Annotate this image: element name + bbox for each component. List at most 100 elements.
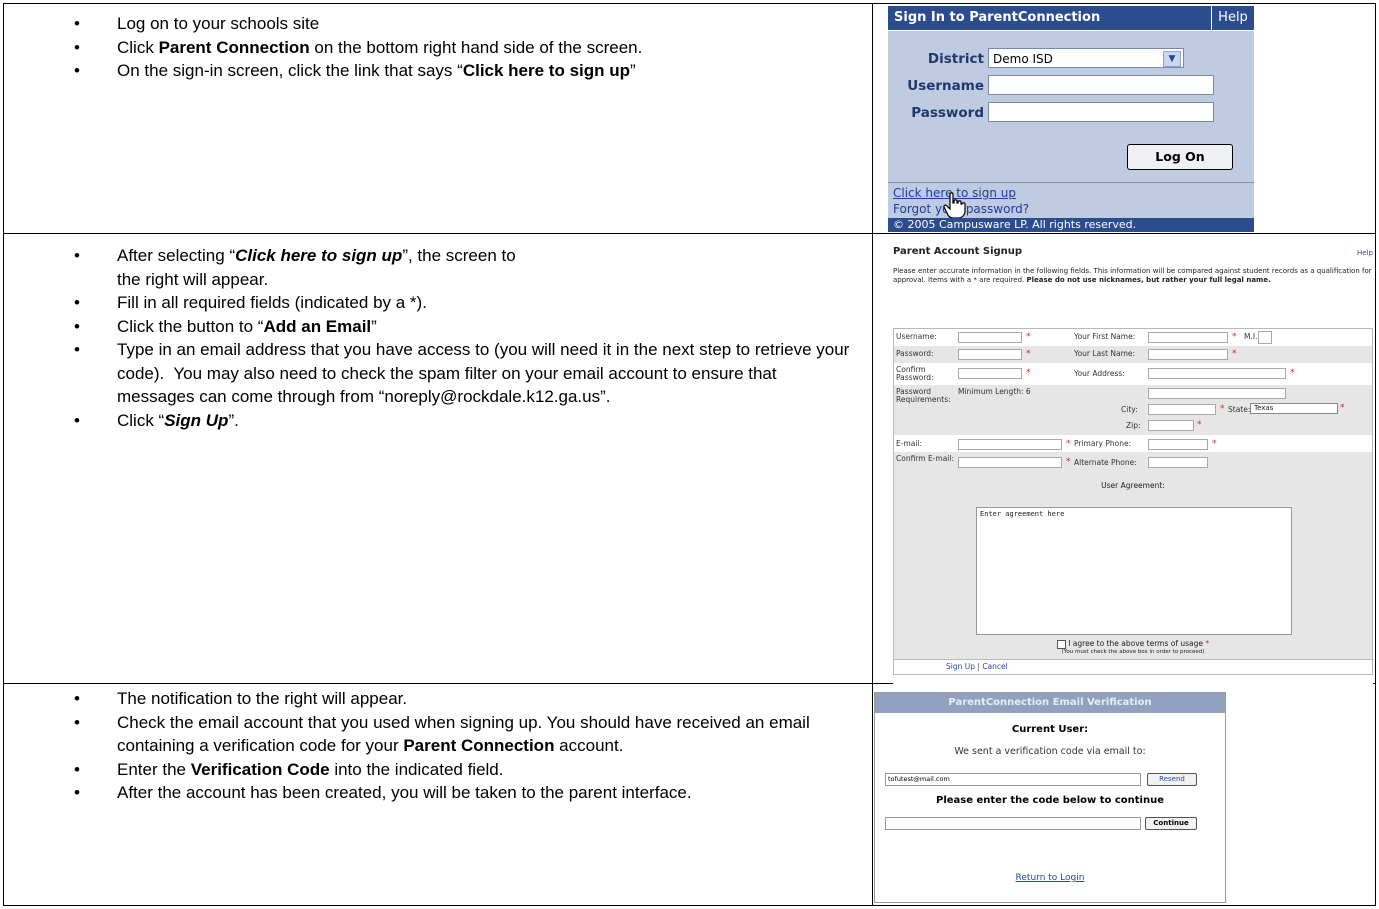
password-input[interactable] bbox=[988, 102, 1214, 122]
confirm-password-input[interactable] bbox=[958, 368, 1022, 379]
required-mark: * bbox=[1205, 639, 1210, 648]
district-label: District bbox=[927, 51, 984, 67]
address-input[interactable] bbox=[1148, 368, 1286, 379]
agree-checkbox[interactable] bbox=[1056, 639, 1066, 649]
step-cell-3: The notification to the right will appea… bbox=[3, 683, 873, 906]
alternate-phone-input[interactable] bbox=[1148, 457, 1208, 468]
email-input[interactable] bbox=[958, 439, 1062, 450]
signup-help-link[interactable]: Help bbox=[1357, 249, 1373, 257]
separator: | bbox=[977, 662, 980, 671]
password-label: Password: bbox=[896, 349, 934, 358]
city-input[interactable] bbox=[1148, 404, 1216, 415]
first-name-input[interactable] bbox=[1148, 332, 1228, 343]
mi-label: M.I. bbox=[1244, 332, 1258, 341]
step-item: Log on to your schools site bbox=[4, 12, 872, 36]
step-text: into the indicated field. bbox=[329, 759, 504, 779]
mi-input[interactable] bbox=[1258, 331, 1272, 344]
step-item: On the sign-in screen, click the link th… bbox=[4, 59, 872, 83]
signup-actions-links: Sign Up | Cancel bbox=[946, 662, 1008, 671]
last-name-input[interactable] bbox=[1148, 349, 1228, 360]
step-text: After selecting “ bbox=[117, 246, 236, 265]
step-list-2: After selecting “Click here to sign up”,… bbox=[4, 244, 872, 432]
required-mark: * bbox=[1340, 403, 1345, 413]
step-text: ” bbox=[371, 316, 377, 336]
password-label: Password bbox=[911, 105, 984, 121]
username-label: Username: bbox=[896, 332, 937, 341]
primary-phone-label: Primary Phone: bbox=[1074, 439, 1132, 448]
address-block: City: * State: Texas * Zip: * bbox=[894, 385, 1372, 435]
primary-phone-input[interactable] bbox=[1148, 439, 1208, 450]
signin-header: Sign In to ParentConnection Help bbox=[888, 6, 1254, 31]
resend-button[interactable]: Resend bbox=[1147, 773, 1197, 786]
step-text: on the bottom right hand side of the scr… bbox=[309, 37, 643, 57]
step-list-3: The notification to the right will appea… bbox=[4, 687, 872, 805]
state-label: State: bbox=[1228, 405, 1251, 414]
verify-email-field[interactable]: tofutest@mail.com bbox=[885, 773, 1141, 786]
step-text: ” bbox=[630, 61, 636, 80]
required-mark: * bbox=[1212, 439, 1217, 449]
step-text: Type in an email address that you have a… bbox=[117, 340, 855, 406]
agreement-text: Enter agreement here bbox=[980, 510, 1065, 518]
step-item: Check the email account that you used wh… bbox=[4, 711, 872, 758]
signin-panel: Sign In to ParentConnection Help Distric… bbox=[888, 6, 1254, 232]
address-label: Your Address: bbox=[1074, 369, 1125, 378]
signin-footer: © 2005 Campusware LP. All rights reserve… bbox=[888, 218, 1254, 232]
district-value: Demo ISD bbox=[993, 52, 1053, 66]
step-emphasis: Parent Connection bbox=[403, 736, 555, 755]
signup-password-input[interactable] bbox=[958, 349, 1022, 360]
required-mark: * bbox=[1232, 349, 1237, 359]
step-text: After the account has been created, you … bbox=[117, 783, 692, 802]
required-mark: * bbox=[1066, 439, 1071, 449]
row-password: Password: * Your Last Name: * bbox=[894, 346, 1372, 363]
zip-label: Zip: bbox=[1126, 421, 1141, 430]
email-label: E-mail: bbox=[896, 439, 923, 448]
signup-grid: Username: * Your First Name: * M.I. Pass… bbox=[893, 328, 1373, 675]
step-emphasis: Sign Up bbox=[164, 410, 229, 430]
signin-title: Sign In to ParentConnection bbox=[894, 10, 1101, 25]
username-label: Username bbox=[907, 78, 984, 94]
agree-note: (You must check the above box in order t… bbox=[1061, 648, 1205, 655]
required-mark: * bbox=[1232, 332, 1237, 342]
help-link[interactable]: Help bbox=[1211, 6, 1254, 30]
row-confirm-email: Confirm E-mail: * Alternate Phone: bbox=[894, 452, 1372, 474]
username-input[interactable] bbox=[988, 75, 1214, 95]
step-text: On the sign-in screen, click the link th… bbox=[117, 61, 463, 80]
logon-button[interactable]: Log On bbox=[1127, 144, 1233, 170]
required-mark: * bbox=[1197, 420, 1202, 430]
cancel-link[interactable]: Cancel bbox=[982, 662, 1007, 671]
signup-username-input[interactable] bbox=[958, 332, 1022, 343]
step-item: After selecting “Click here to sign up”,… bbox=[4, 244, 872, 291]
district-select[interactable]: Demo ISD ▼ bbox=[988, 48, 1184, 68]
step-item: Fill in all required fields (indicated b… bbox=[4, 291, 872, 315]
email-verification-panel: ParentConnection Email Verification Curr… bbox=[874, 692, 1226, 903]
return-to-login-link[interactable]: Return to Login bbox=[875, 873, 1225, 883]
step-item: Click the button to “Add an Email” bbox=[4, 315, 872, 339]
step-text: Enter the bbox=[117, 759, 191, 779]
intro-bold-text: Please do not use nicknames, but rather … bbox=[1026, 276, 1271, 284]
alternate-phone-label: Alternate Phone: bbox=[1074, 458, 1137, 467]
required-mark: * bbox=[1026, 368, 1031, 378]
agreement-textarea[interactable]: Enter agreement here bbox=[976, 507, 1292, 635]
signup-title: Parent Account Signup bbox=[893, 246, 1023, 257]
row-password-requirements: Password Requirements: Minimum Length: 6… bbox=[894, 385, 1372, 435]
verification-code-input[interactable] bbox=[885, 817, 1141, 830]
step-list-1: Log on to your schools site Click Parent … bbox=[4, 12, 872, 83]
chevron-down-icon[interactable]: ▼ bbox=[1163, 51, 1181, 67]
agree-row: I agree to the above terms of usage * (Y… bbox=[894, 639, 1372, 655]
sign-up-link[interactable]: Sign Up bbox=[946, 662, 975, 671]
step-text: Log on to your schools site bbox=[117, 14, 320, 33]
step-text: Click “ bbox=[117, 410, 165, 430]
state-select[interactable]: Texas bbox=[1250, 403, 1338, 414]
row-username: Username: * Your First Name: * M.I. bbox=[894, 329, 1372, 346]
continue-button[interactable]: Continue bbox=[1145, 817, 1197, 830]
signup-form: Parent Account Signup Help Please enter … bbox=[893, 240, 1373, 685]
confirm-email-input[interactable] bbox=[958, 457, 1062, 468]
username-row: Username bbox=[888, 75, 1254, 99]
address-line2-input[interactable] bbox=[1148, 388, 1286, 399]
required-mark: * bbox=[1026, 332, 1031, 342]
step-item: After the account has been created, you … bbox=[4, 781, 872, 805]
step-item: Click Parent Connection on the bottom ri… bbox=[4, 36, 872, 60]
district-row: District Demo ISD ▼ bbox=[888, 48, 1254, 72]
zip-input[interactable] bbox=[1148, 420, 1194, 431]
state-value: Texas bbox=[1254, 404, 1274, 412]
